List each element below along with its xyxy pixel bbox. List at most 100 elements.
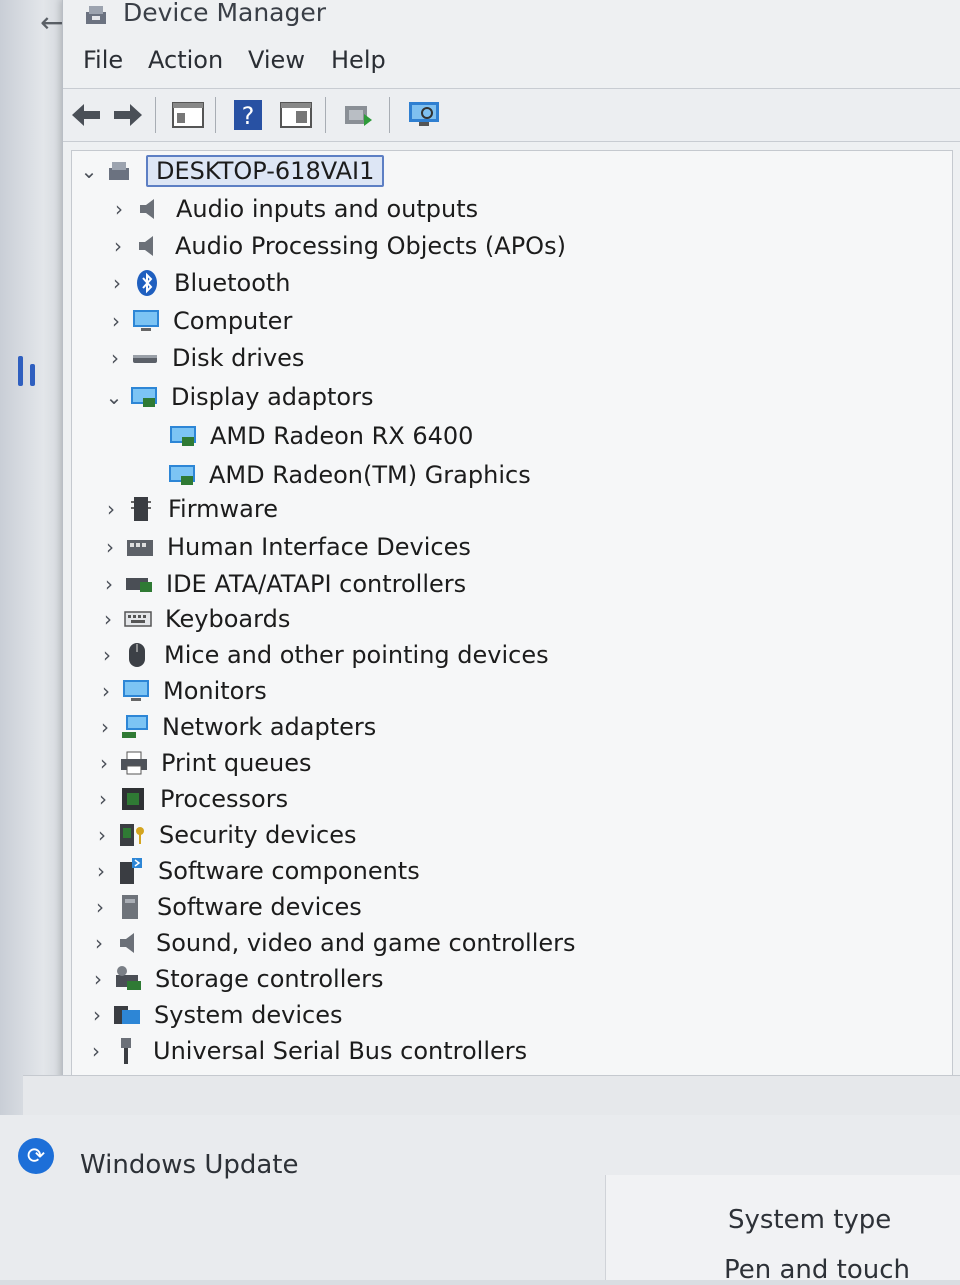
monitor-icon (121, 677, 151, 705)
status-bar (23, 1075, 960, 1116)
category-label: Monitors (163, 677, 267, 705)
chevron-right-icon[interactable]: › (82, 1003, 112, 1027)
tree-item-computer[interactable]: › Computer (101, 303, 292, 339)
tree-item-display-adaptors[interactable]: ⌄ Display adaptors (99, 379, 374, 415)
tree-item-print-queues[interactable]: › Print queues (89, 745, 312, 781)
category-label: Software components (158, 857, 420, 885)
properties-icon[interactable] (169, 97, 207, 133)
chevron-right-icon[interactable]: › (88, 787, 118, 811)
tree-item-audio-apos[interactable]: › Audio Processing Objects (APOs) (103, 228, 566, 264)
chevron-right-icon[interactable]: › (100, 346, 130, 370)
category-label: Print queues (161, 749, 312, 777)
speaker-icon (134, 195, 164, 223)
menu-view[interactable]: View (248, 46, 305, 74)
storage-icon (113, 965, 143, 993)
back-icon[interactable] (67, 97, 105, 133)
category-label: Audio Processing Objects (APOs) (175, 232, 566, 260)
tree-child-amd-radeon-graphics[interactable]: AMD Radeon(TM) Graphics (167, 457, 531, 493)
update-driver-icon[interactable] (339, 97, 377, 133)
chevron-right-icon[interactable]: › (92, 643, 122, 667)
tree-item-audio-inputs[interactable]: › Audio inputs and outputs (104, 191, 478, 227)
back-arrow-icon[interactable]: ← (40, 6, 63, 39)
tree-item-network-adapters[interactable]: › Network adapters (90, 709, 376, 745)
computer-name: DESKTOP-618VAI1 (146, 155, 385, 187)
category-label: Security devices (159, 821, 357, 849)
chevron-right-icon[interactable]: › (85, 895, 115, 919)
category-label: Display adaptors (171, 383, 374, 411)
chevron-right-icon[interactable]: › (81, 1039, 111, 1063)
tree-item-processors[interactable]: › Processors (88, 781, 288, 817)
menu-bar: File Action View Help (63, 42, 960, 84)
speaker-icon (114, 929, 144, 957)
chevron-right-icon[interactable]: › (101, 309, 131, 333)
category-label: Processors (160, 785, 289, 813)
display-adapter-icon (167, 461, 197, 489)
tree-item-software-components[interactable]: › Software components (86, 853, 420, 889)
tree-item-sound-video-game[interactable]: › Sound, video and game controllers (84, 925, 576, 961)
chevron-right-icon[interactable]: › (104, 197, 134, 221)
device-tree: ⌄ DESKTOP-618VAI1 › Audio inputs and out… (71, 150, 953, 1077)
chevron-right-icon[interactable]: › (103, 234, 133, 258)
chevron-right-icon[interactable]: › (86, 859, 116, 883)
device-manager-window: Device Manager File Action View Help ? ⌄… (23, 0, 960, 1116)
keyboard-icon (123, 605, 153, 633)
chevron-right-icon[interactable]: › (90, 715, 120, 739)
tree-item-storage-controllers[interactable]: › Storage controllers (83, 961, 384, 997)
category-label: Bluetooth (174, 269, 291, 297)
chevron-right-icon[interactable]: › (94, 572, 124, 596)
tree-item-software-devices[interactable]: › Software devices (85, 889, 362, 925)
category-label: Disk drives (172, 344, 305, 372)
category-label: Storage controllers (155, 965, 384, 993)
windows-update-label[interactable]: Windows Update (80, 1150, 299, 1180)
window-title: Device Manager (123, 0, 327, 27)
category-label: IDE ATA/ATAPI controllers (166, 570, 467, 598)
chevron-right-icon[interactable]: › (102, 271, 132, 295)
chevron-right-icon[interactable]: › (93, 607, 123, 631)
tree-item-firmware[interactable]: › Firmware (96, 491, 278, 527)
chevron-right-icon[interactable]: › (83, 967, 113, 991)
help-icon[interactable]: ? (229, 97, 267, 133)
tree-item-bluetooth[interactable]: › Bluetooth (102, 265, 291, 301)
software-component-icon (116, 857, 146, 885)
system-folder-icon (112, 1001, 142, 1029)
usb-icon (111, 1037, 141, 1065)
tree-item-disk-drives[interactable]: › Disk drives (100, 340, 304, 376)
chevron-right-icon[interactable]: › (95, 535, 125, 559)
chevron-right-icon[interactable]: › (91, 679, 121, 703)
menu-file[interactable]: File (83, 46, 123, 74)
device-label: AMD Radeon RX 6400 (210, 422, 474, 450)
category-label: Mice and other pointing devices (164, 641, 549, 669)
scan-hardware-icon[interactable] (405, 97, 443, 133)
tree-item-mice[interactable]: › Mice and other pointing devices (92, 637, 549, 673)
chevron-right-icon[interactable]: › (96, 497, 126, 521)
chevron-down-icon[interactable]: ⌄ (74, 159, 104, 183)
tree-item-security-devices[interactable]: › Security devices (87, 817, 357, 853)
tree-item-ide[interactable]: › IDE ATA/ATAPI controllers (94, 566, 466, 602)
chevron-down-icon[interactable]: ⌄ (99, 385, 129, 409)
tree-item-keyboards[interactable]: › Keyboards (93, 601, 290, 637)
windows-update-icon[interactable]: ⟳ (18, 1138, 54, 1174)
category-label: Firmware (168, 495, 278, 523)
firmware-icon (126, 495, 156, 523)
menu-action[interactable]: Action (148, 46, 223, 74)
forward-icon[interactable] (109, 97, 147, 133)
tree-item-usb-controllers[interactable]: › Universal Serial Bus controllers (81, 1033, 527, 1069)
tree-root[interactable]: ⌄ DESKTOP-618VAI1 (74, 153, 385, 189)
tree-item-hid[interactable]: › Human Interface Devices (95, 529, 471, 565)
menu-help[interactable]: Help (331, 46, 386, 74)
chevron-right-icon[interactable]: › (89, 751, 119, 775)
chevron-right-icon[interactable]: › (84, 931, 114, 955)
disk-icon (130, 344, 160, 372)
category-label: Sound, video and game controllers (156, 929, 576, 957)
tree-item-system-devices[interactable]: › System devices (82, 997, 342, 1033)
chevron-right-icon[interactable]: › (87, 823, 117, 847)
category-label: Keyboards (165, 605, 291, 633)
show-hide-icon[interactable] (277, 97, 315, 133)
device-manager-app-icon (86, 6, 106, 24)
background-window-strip: ← (0, 0, 63, 1140)
title-bar: Device Manager (63, 0, 960, 38)
tree-child-amd-rx6400[interactable]: AMD Radeon RX 6400 (168, 418, 473, 454)
bluetooth-icon (132, 269, 162, 297)
tree-item-monitors[interactable]: › Monitors (91, 673, 267, 709)
category-label: Software devices (157, 893, 362, 921)
